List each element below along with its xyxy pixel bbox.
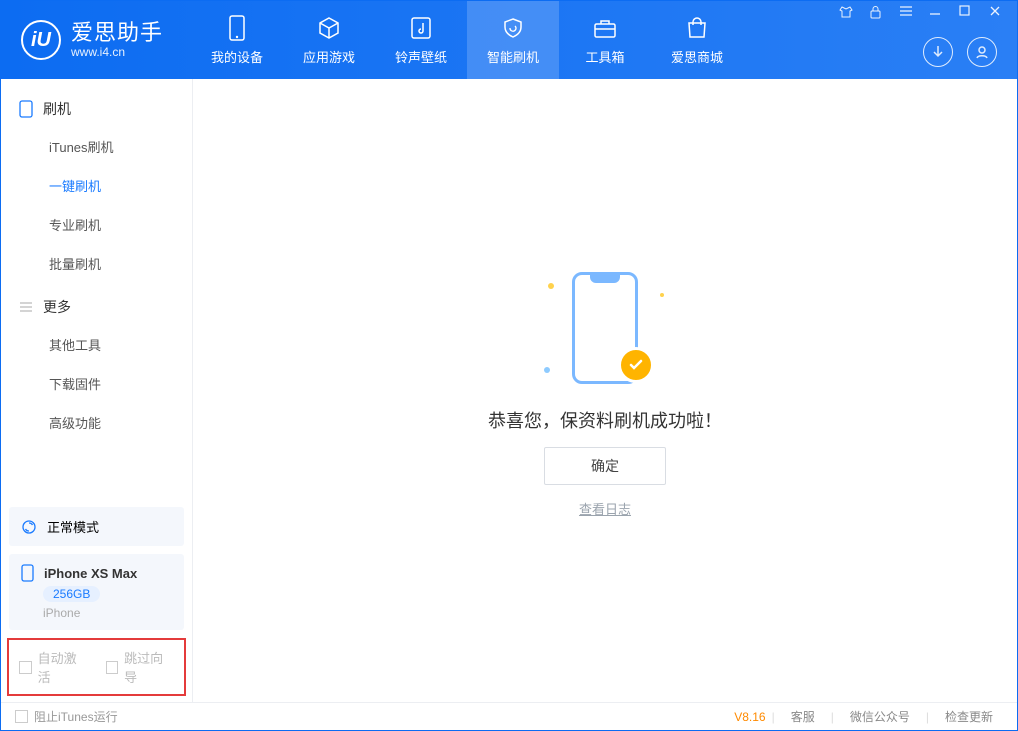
sidebar-group-title: 刷机 <box>43 99 71 119</box>
app-logo-icon: iU <box>21 20 61 60</box>
sidebar-item-other-tools[interactable]: 其他工具 <box>1 325 192 364</box>
menu-icon[interactable] <box>899 5 917 19</box>
options-highlighted-row: 自动激活 跳过向导 <box>7 638 186 696</box>
header-actions <box>923 37 997 67</box>
nav-tab-apps-games[interactable]: 应用游戏 <box>283 1 375 79</box>
checkbox-label: 跳过向导 <box>124 648 174 686</box>
wechat-link[interactable]: 微信公众号 <box>840 708 920 725</box>
device-name: iPhone XS Max <box>44 566 137 581</box>
checkmark-badge-icon <box>618 347 654 383</box>
checkbox-label: 自动激活 <box>38 648 88 686</box>
block-itunes-label[interactable]: 阻止iTunes运行 <box>34 708 118 725</box>
check-update-link[interactable]: 检查更新 <box>935 708 1003 725</box>
sidebar: 刷机 iTunes刷机 一键刷机 专业刷机 批量刷机 更多 其他工具 下载固件 … <box>1 79 193 702</box>
mode-card[interactable]: 正常模式 <box>9 507 184 546</box>
nav-tab-ringtones-wallpapers[interactable]: 铃声壁纸 <box>375 1 467 79</box>
nav-tab-label: 爱思商城 <box>671 47 723 66</box>
checkbox-icon <box>106 661 119 674</box>
toolbox-icon <box>592 15 618 41</box>
shield-refresh-icon <box>500 15 526 41</box>
download-button[interactable] <box>923 37 953 67</box>
sidebar-item-download-firmware[interactable]: 下载固件 <box>1 364 192 403</box>
version-label: V8.16 <box>734 710 765 724</box>
status-bar: 阻止iTunes运行 V8.16 | 客服 | 微信公众号 | 检查更新 <box>1 702 1017 730</box>
nav-tab-label: 铃声壁纸 <box>395 47 447 66</box>
nav-tab-toolbox[interactable]: 工具箱 <box>559 1 651 79</box>
window-controls <box>839 5 1007 19</box>
nav-tab-label: 智能刷机 <box>487 47 539 66</box>
shirt-icon[interactable] <box>839 5 857 19</box>
nav-tab-store[interactable]: 爱思商城 <box>651 1 743 79</box>
nav-tab-smart-flash[interactable]: 智能刷机 <box>467 1 559 79</box>
maximize-button[interactable] <box>959 5 977 19</box>
support-link[interactable]: 客服 <box>781 708 825 725</box>
nav-tab-label: 我的设备 <box>211 47 263 66</box>
device-type: iPhone <box>43 606 80 620</box>
sidebar-item-oneclick-flash[interactable]: 一键刷机 <box>1 166 192 205</box>
view-log-link[interactable]: 查看日志 <box>579 499 631 518</box>
shopping-bag-icon <box>684 15 710 41</box>
list-icon <box>19 301 33 313</box>
mode-label: 正常模式 <box>47 517 99 536</box>
main-content: 恭喜您，保资料刷机成功啦！ 确定 查看日志 <box>193 79 1017 702</box>
sidebar-item-pro-flash[interactable]: 专业刷机 <box>1 205 192 244</box>
sidebar-group-title: 更多 <box>43 297 71 317</box>
user-account-button[interactable] <box>967 37 997 67</box>
lock-icon[interactable] <box>869 5 887 19</box>
device-card[interactable]: iPhone XS Max 256GB iPhone <box>9 554 184 630</box>
nav-tab-label: 工具箱 <box>585 47 624 66</box>
sidebar-group-flash: 刷机 <box>1 85 192 127</box>
confirm-button[interactable]: 确定 <box>544 447 666 485</box>
checkbox-skip-guide[interactable]: 跳过向导 <box>106 648 175 686</box>
nav-tab-label: 应用游戏 <box>303 47 355 66</box>
music-note-icon <box>408 15 434 41</box>
phone-small-icon <box>21 564 34 582</box>
storage-badge: 256GB <box>43 586 100 602</box>
minimize-button[interactable] <box>929 5 947 19</box>
nav-tabs: 我的设备 应用游戏 铃声壁纸 智能刷机 工具箱 <box>191 1 743 79</box>
sidebar-group-more: 更多 <box>1 283 192 325</box>
phone-icon <box>224 15 250 41</box>
success-message: 恭喜您，保资料刷机成功啦！ <box>488 407 722 433</box>
nav-tab-my-device[interactable]: 我的设备 <box>191 1 283 79</box>
checkbox-auto-activate[interactable]: 自动激活 <box>19 648 88 686</box>
close-button[interactable] <box>989 5 1007 19</box>
app-title: 爱思助手 <box>71 21 163 45</box>
sidebar-item-itunes-flash[interactable]: iTunes刷机 <box>1 127 192 166</box>
refresh-icon <box>21 519 37 535</box>
app-header: iU 爱思助手 www.i4.cn 我的设备 应用游戏 铃声壁纸 <box>1 1 1017 79</box>
cube-icon <box>316 15 342 41</box>
device-icon <box>19 100 33 118</box>
sidebar-item-advanced[interactable]: 高级功能 <box>1 403 192 442</box>
success-illustration <box>540 263 670 393</box>
app-subtitle: www.i4.cn <box>71 46 163 59</box>
checkbox-icon[interactable] <box>15 710 28 723</box>
sidebar-item-batch-flash[interactable]: 批量刷机 <box>1 244 192 283</box>
logo-area: iU 爱思助手 www.i4.cn <box>1 1 191 79</box>
checkbox-icon <box>19 661 32 674</box>
